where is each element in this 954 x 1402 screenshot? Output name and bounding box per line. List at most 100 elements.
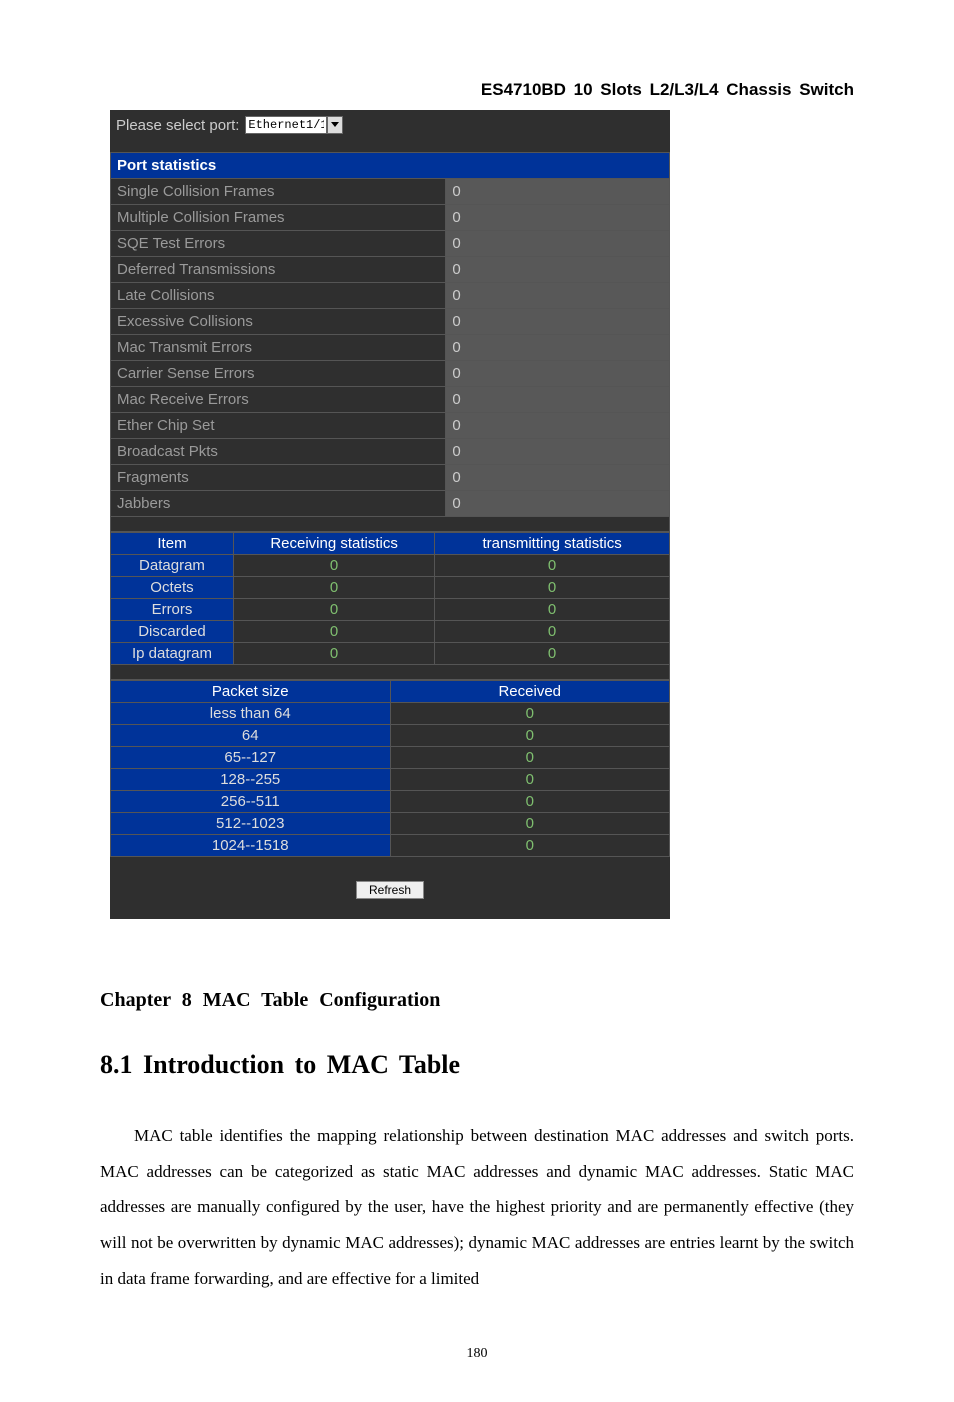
stat-value: 0 (446, 465, 670, 491)
stat-value: 0 (446, 231, 670, 257)
table-row: Errors00 (111, 599, 670, 621)
port-select-dropdown[interactable] (245, 116, 343, 134)
table-row: Carrier Sense Errors0 (111, 361, 670, 387)
table-row: Ether Chip Set0 (111, 413, 670, 439)
packet-size-label: 65--127 (111, 747, 391, 769)
stat-value: 0 (446, 413, 670, 439)
packet-received-value: 0 (390, 769, 670, 791)
packet-size-label: 64 (111, 725, 391, 747)
stat-value: 0 (446, 179, 670, 205)
stat-label: Deferred Transmissions (111, 257, 446, 283)
section-heading: 8.1 Introduction to MAC Table (100, 1050, 854, 1080)
item-row-label: Ip datagram (111, 643, 234, 665)
table-row: Excessive Collisions0 (111, 309, 670, 335)
stat-value: 0 (446, 439, 670, 465)
stat-label: Fragments (111, 465, 446, 491)
table-row: Fragments0 (111, 465, 670, 491)
port-stats-title: Port statistics (111, 153, 670, 179)
item-header-item: Item (111, 533, 234, 555)
stat-label: SQE Test Errors (111, 231, 446, 257)
table-row: Late Collisions0 (111, 283, 670, 309)
packet-received-value: 0 (390, 791, 670, 813)
table-row: SQE Test Errors0 (111, 231, 670, 257)
packet-received-value: 0 (390, 813, 670, 835)
body-paragraph: MAC table identifies the mapping relatio… (100, 1118, 854, 1296)
port-select-row: Please select port: (110, 110, 670, 152)
stat-value: 0 (446, 387, 670, 413)
packet-size-label: 512--1023 (111, 813, 391, 835)
chevron-down-icon[interactable] (327, 116, 343, 134)
table-row: Broadcast Pkts0 (111, 439, 670, 465)
item-header-rx: Receiving statistics (233, 533, 434, 555)
port-select-input[interactable] (245, 116, 327, 134)
item-row-label: Errors (111, 599, 234, 621)
stat-value: 0 (446, 491, 670, 517)
item-tx-value: 0 (435, 577, 670, 599)
table-row: Jabbers0 (111, 491, 670, 517)
table-row: Octets00 (111, 577, 670, 599)
item-row-label: Datagram (111, 555, 234, 577)
packet-size-label: 1024--1518 (111, 835, 391, 857)
stat-label: Single Collision Frames (111, 179, 446, 205)
packet-received-value: 0 (390, 703, 670, 725)
stat-label: Ether Chip Set (111, 413, 446, 439)
table-row: Datagram00 (111, 555, 670, 577)
page-number: 180 (100, 1346, 854, 1362)
table-row: 65--1270 (111, 747, 670, 769)
stat-label: Mac Receive Errors (111, 387, 446, 413)
item-row-label: Octets (111, 577, 234, 599)
port-statistics-panel: Please select port: Port statistics Sing… (110, 110, 670, 919)
port-statistics-table: Port statistics Single Collision Frames0… (110, 152, 670, 532)
item-tx-value: 0 (435, 599, 670, 621)
stat-label: Broadcast Pkts (111, 439, 446, 465)
item-rx-value: 0 (233, 555, 434, 577)
stat-label: Carrier Sense Errors (111, 361, 446, 387)
table-row: Mac Receive Errors0 (111, 387, 670, 413)
item-rx-value: 0 (233, 643, 434, 665)
document-page: ES4710BD 10 Slots L2/L3/L4 Chassis Switc… (0, 0, 954, 1402)
refresh-button[interactable]: Refresh (356, 881, 424, 899)
stat-value: 0 (446, 361, 670, 387)
item-tx-value: 0 (435, 643, 670, 665)
item-statistics-table: Item Receiving statistics transmitting s… (110, 532, 670, 680)
table-row: 1024--15180 (111, 835, 670, 857)
document-header: ES4710BD 10 Slots L2/L3/L4 Chassis Switc… (100, 80, 854, 100)
packet-received-value: 0 (390, 725, 670, 747)
stat-value: 0 (446, 335, 670, 361)
table-row: Deferred Transmissions0 (111, 257, 670, 283)
stat-label: Excessive Collisions (111, 309, 446, 335)
refresh-row: Refresh (110, 857, 670, 913)
table-row: 128--2550 (111, 769, 670, 791)
pkt-header-received: Received (390, 681, 670, 703)
stat-label: Mac Transmit Errors (111, 335, 446, 361)
stat-label: Multiple Collision Frames (111, 205, 446, 231)
port-select-label: Please select port: (116, 117, 239, 134)
table-row: 512--10230 (111, 813, 670, 835)
packet-size-label: less than 64 (111, 703, 391, 725)
item-tx-value: 0 (435, 621, 670, 643)
stat-value: 0 (446, 257, 670, 283)
table-row: Mac Transmit Errors0 (111, 335, 670, 361)
packet-size-label: 256--511 (111, 791, 391, 813)
item-rx-value: 0 (233, 599, 434, 621)
table-row: 256--5110 (111, 791, 670, 813)
table-row: Ip datagram00 (111, 643, 670, 665)
item-rx-value: 0 (233, 577, 434, 599)
chapter-heading: Chapter 8 MAC Table Configuration (100, 989, 854, 1012)
packet-size-table: Packet size Received less than 64064065-… (110, 680, 670, 857)
item-row-label: Discarded (111, 621, 234, 643)
pkt-header-size: Packet size (111, 681, 391, 703)
stat-value: 0 (446, 309, 670, 335)
packet-received-value: 0 (390, 835, 670, 857)
item-tx-value: 0 (435, 555, 670, 577)
table-row: Single Collision Frames0 (111, 179, 670, 205)
stat-value: 0 (446, 283, 670, 309)
packet-received-value: 0 (390, 747, 670, 769)
stat-label: Late Collisions (111, 283, 446, 309)
table-row: Multiple Collision Frames0 (111, 205, 670, 231)
table-row: Discarded00 (111, 621, 670, 643)
packet-size-label: 128--255 (111, 769, 391, 791)
table-row: less than 640 (111, 703, 670, 725)
stat-label: Jabbers (111, 491, 446, 517)
item-rx-value: 0 (233, 621, 434, 643)
